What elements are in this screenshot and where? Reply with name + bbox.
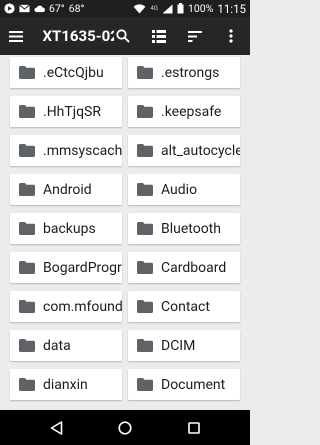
clock: 11:15 bbox=[217, 1, 246, 16]
sort-icon[interactable] bbox=[186, 27, 204, 45]
play-icon bbox=[4, 3, 15, 14]
folder-tile[interactable]: data bbox=[10, 330, 122, 361]
folder-icon bbox=[137, 378, 153, 391]
folder-name: Android bbox=[43, 181, 92, 198]
folder-icon bbox=[137, 66, 153, 79]
folder-icon bbox=[137, 144, 153, 157]
folder-tile[interactable]: Document bbox=[128, 369, 240, 400]
back-icon[interactable] bbox=[46, 418, 66, 438]
folder-tile[interactable]: Audio bbox=[128, 174, 240, 205]
folder-name: alt_autocycle bbox=[161, 142, 240, 159]
folder-icon bbox=[19, 105, 35, 118]
folder-icon bbox=[19, 339, 35, 352]
folder-name: Document bbox=[161, 376, 226, 393]
folder-name: backups bbox=[43, 220, 96, 237]
folder-name: Cardboard bbox=[161, 259, 227, 276]
list-view-icon[interactable] bbox=[150, 27, 168, 45]
folder-icon bbox=[19, 300, 35, 313]
folder-tile[interactable]: .HhTjqSR bbox=[10, 96, 122, 127]
battery-icon bbox=[177, 3, 184, 14]
folder-name: .mmsyscache bbox=[43, 142, 122, 159]
folder-icon bbox=[19, 144, 35, 157]
app-title: XT1635-02 bbox=[42, 27, 115, 45]
folder-icon bbox=[137, 300, 153, 313]
folder-name: DCIM bbox=[161, 337, 196, 354]
folder-icon bbox=[19, 261, 35, 274]
folder-icon bbox=[19, 66, 35, 79]
folder-tile[interactable]: .estrongs bbox=[128, 57, 240, 88]
more-vert-icon[interactable] bbox=[222, 27, 240, 45]
folder-tile[interactable]: backups bbox=[10, 213, 122, 244]
temperature-text: 67° bbox=[49, 2, 65, 15]
folder-tile[interactable]: DCIM bbox=[128, 330, 240, 361]
folder-name: Bluetooth bbox=[161, 220, 221, 237]
temperature-text-2: 68° bbox=[68, 2, 85, 15]
folder-tile[interactable]: .mmsyscache bbox=[10, 135, 122, 166]
hamburger-icon[interactable] bbox=[8, 27, 25, 45]
signal-icon bbox=[162, 4, 173, 14]
folder-icon bbox=[19, 378, 35, 391]
folder-name: dianxin bbox=[43, 376, 88, 393]
folder-name: .eCtcQjbu bbox=[43, 64, 104, 81]
mail-icon bbox=[19, 4, 30, 13]
status-bar: 67° 68° 4G 100% 11:15 bbox=[0, 0, 250, 17]
app-bar: XT1635-02 bbox=[0, 17, 250, 55]
folder-tile[interactable]: .keepsafe bbox=[128, 96, 240, 127]
folder-name: com.mfoundry bbox=[43, 298, 122, 315]
folder-tile[interactable]: Contact bbox=[128, 291, 240, 322]
network-type-text: 4G bbox=[150, 5, 158, 12]
folder-name: .estrongs bbox=[161, 64, 220, 81]
folder-name: Contact bbox=[161, 298, 210, 315]
wifi-icon bbox=[133, 3, 146, 14]
folder-tile[interactable]: Bluetooth bbox=[128, 213, 240, 244]
folder-grid: .eCtcQjbu .estrongs .HhTjqSR .keepsafe .… bbox=[0, 55, 250, 410]
folder-tile[interactable]: alt_autocycle bbox=[128, 135, 240, 166]
folder-name: data bbox=[43, 337, 71, 354]
recents-icon[interactable] bbox=[184, 418, 204, 438]
folder-icon bbox=[19, 183, 35, 196]
cloud-icon bbox=[34, 4, 45, 13]
battery-percent: 100% bbox=[187, 2, 214, 15]
folder-name: .HhTjqSR bbox=[43, 103, 101, 120]
folder-name: .keepsafe bbox=[161, 103, 222, 120]
folder-icon bbox=[137, 261, 153, 274]
folder-icon bbox=[137, 339, 153, 352]
folder-name: BogardProgram bbox=[43, 259, 122, 276]
folder-tile[interactable]: dianxin bbox=[10, 369, 122, 400]
folder-icon bbox=[137, 105, 153, 118]
folder-tile[interactable]: .eCtcQjbu bbox=[10, 57, 122, 88]
navigation-bar bbox=[0, 410, 250, 445]
folder-tile[interactable]: Android bbox=[10, 174, 122, 205]
search-icon[interactable] bbox=[114, 27, 132, 45]
folder-name: Audio bbox=[161, 181, 198, 198]
folder-tile[interactable]: com.mfoundry bbox=[10, 291, 122, 322]
folder-icon bbox=[137, 222, 153, 235]
folder-tile[interactable]: Cardboard bbox=[128, 252, 240, 283]
folder-icon bbox=[137, 183, 153, 196]
folder-icon bbox=[19, 222, 35, 235]
folder-tile[interactable]: BogardProgram bbox=[10, 252, 122, 283]
home-icon[interactable] bbox=[115, 418, 135, 438]
